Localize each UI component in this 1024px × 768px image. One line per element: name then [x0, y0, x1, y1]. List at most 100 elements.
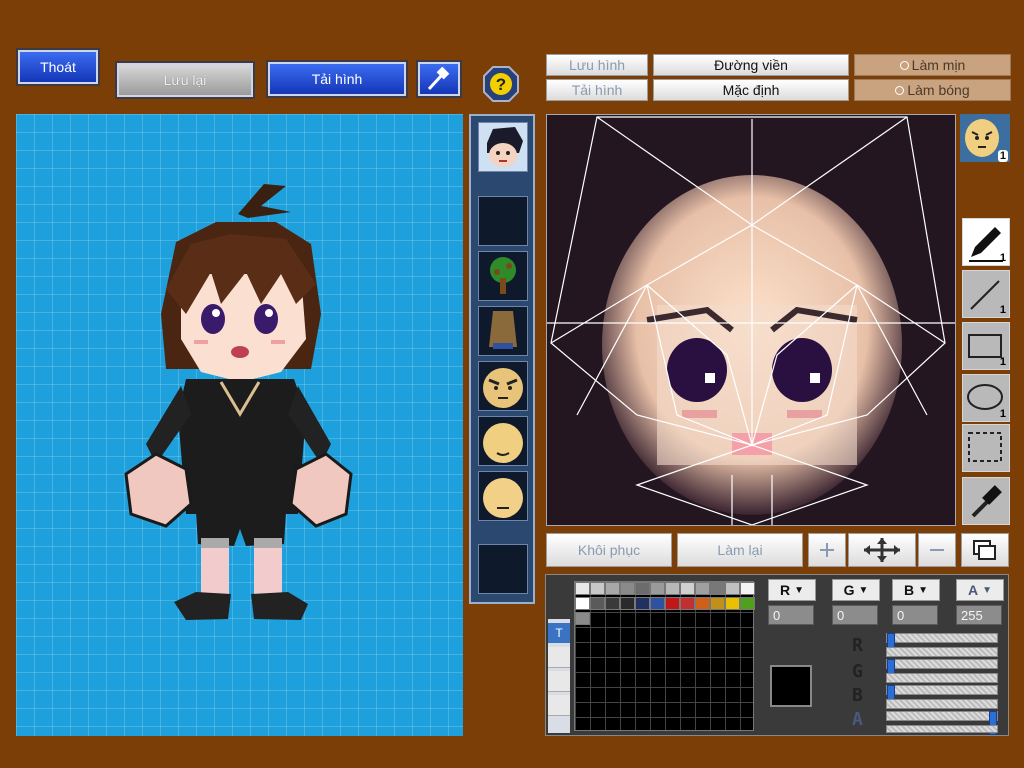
line-tool[interactable]: 1	[962, 270, 1010, 318]
shine-option[interactable]: Làm bóng	[854, 79, 1011, 101]
b-slider[interactable]	[886, 685, 998, 709]
palette-swatch[interactable]	[710, 582, 725, 595]
color-panel: T R ▼ G ▼ B ▼ A ▼ 0 0 0 255 R G B A	[545, 574, 1009, 736]
palette-swatch[interactable]	[605, 582, 620, 595]
load-image-button[interactable]: Tải hình	[546, 79, 648, 101]
ellipse-tool[interactable]: 1	[962, 374, 1010, 422]
hammer-button[interactable]	[416, 60, 462, 98]
palette-swatch[interactable]	[635, 582, 650, 595]
part-slot-eyebrows[interactable]	[478, 361, 528, 411]
radio-icon	[895, 85, 905, 95]
character-preview	[16, 114, 463, 736]
face-preview[interactable]: 1	[960, 114, 1010, 162]
part-slot-body[interactable]	[478, 306, 528, 356]
palette-swatch[interactable]	[695, 597, 710, 610]
save-image-label: Lưu hình	[568, 57, 626, 73]
r-channel-label: R	[779, 582, 791, 598]
palette-swatch[interactable]	[680, 597, 695, 610]
g-value: 0	[837, 607, 845, 623]
part-slot-tree[interactable]	[478, 251, 528, 301]
palette-swatch[interactable]	[620, 582, 635, 595]
palette-swatch[interactable]	[695, 582, 710, 595]
part-slot-face-base[interactable]	[478, 471, 528, 521]
palette-tab-active[interactable]: T	[548, 623, 570, 643]
palette-swatch[interactable]	[665, 597, 680, 610]
palette-swatch[interactable]	[635, 597, 650, 610]
color-palette-grid[interactable]	[574, 581, 755, 731]
palette-swatch[interactable]	[575, 612, 590, 625]
palette-swatch[interactable]	[710, 597, 725, 610]
palette-tabs: T	[548, 619, 570, 733]
r-value-field[interactable]: 0	[768, 605, 814, 625]
redo-label: Làm lại	[717, 542, 763, 558]
restore-button[interactable]: Khôi phục	[546, 533, 672, 567]
face-texture	[547, 115, 955, 525]
save-image-button[interactable]: Lưu hình	[546, 54, 648, 76]
palette-swatch[interactable]	[725, 582, 740, 595]
select-tool[interactable]	[962, 424, 1010, 472]
g-slider-track2[interactable]	[886, 673, 998, 683]
palette-swatch[interactable]	[575, 582, 590, 595]
palette-swatch[interactable]	[590, 597, 605, 610]
r-channel-header[interactable]: R ▼	[768, 579, 816, 601]
palette-swatch[interactable]	[680, 582, 695, 595]
palette-swatch[interactable]	[725, 597, 740, 610]
body-icon	[489, 311, 517, 349]
pixel-editor-canvas[interactable]	[546, 114, 956, 526]
chevron-down-icon: ▼	[858, 584, 869, 596]
pen-count: 1	[999, 252, 1006, 264]
g-value-field[interactable]: 0	[832, 605, 878, 625]
character-figure	[124, 184, 353, 620]
part-slot-face[interactable]	[478, 122, 528, 172]
move-button[interactable]	[848, 533, 916, 567]
palette-tab[interactable]	[548, 647, 570, 668]
pen-tool[interactable]: 1	[962, 218, 1010, 266]
rectangle-tool[interactable]: 1	[962, 322, 1010, 370]
eyebrows-icon	[483, 368, 523, 408]
hammer-icon	[427, 67, 450, 91]
part-slot-empty-1[interactable]	[478, 196, 528, 246]
g-channel-header[interactable]: G ▼	[832, 579, 880, 601]
palette-swatch[interactable]	[605, 597, 620, 610]
b-value: 0	[897, 607, 905, 623]
face-base-icon	[483, 478, 523, 518]
zoom-out-button[interactable]	[918, 533, 956, 567]
r-slider-label: R	[852, 635, 863, 656]
chevron-down-icon: ▼	[918, 584, 929, 596]
part-slot-mouth[interactable]	[478, 416, 528, 466]
palette-swatch[interactable]	[620, 597, 635, 610]
palette-tab[interactable]	[548, 695, 570, 716]
redo-button[interactable]: Làm lại	[677, 533, 803, 567]
layers-button[interactable]	[961, 533, 1009, 567]
default-button[interactable]: Mặc định	[653, 79, 849, 101]
palette-swatch[interactable]	[590, 582, 605, 595]
palette-tab[interactable]	[548, 671, 570, 692]
b-value-field[interactable]: 0	[892, 605, 938, 625]
outline-button[interactable]: Đường viền	[653, 54, 849, 76]
a-slider[interactable]	[886, 711, 998, 735]
restore-label: Khôi phục	[577, 542, 641, 558]
a-slider-track2[interactable]	[886, 725, 998, 733]
palette-swatch[interactable]	[575, 597, 590, 610]
smooth-option[interactable]: Làm mịn	[854, 54, 1011, 76]
g-slider[interactable]	[886, 659, 998, 683]
palette-swatch[interactable]	[650, 597, 665, 610]
palette-swatch[interactable]	[740, 597, 755, 610]
part-slot-empty-2[interactable]	[478, 544, 528, 594]
eyedropper-tool[interactable]	[962, 477, 1010, 525]
a-channel-header[interactable]: A ▼	[956, 579, 1004, 601]
load-button[interactable]: Tải hình	[266, 60, 408, 98]
exit-button[interactable]: Thoát	[16, 48, 100, 86]
b-slider-track2[interactable]	[886, 699, 998, 709]
help-button[interactable]: ?	[483, 66, 519, 102]
palette-swatch[interactable]	[740, 582, 755, 595]
r-slider-track2[interactable]	[886, 647, 998, 657]
save-button[interactable]: Lưu lại	[115, 61, 255, 99]
b-channel-header[interactable]: B ▼	[892, 579, 940, 601]
ellipse-count: 1	[999, 408, 1006, 420]
palette-swatch[interactable]	[650, 582, 665, 595]
r-slider[interactable]	[886, 633, 998, 657]
a-value-field[interactable]: 255	[956, 605, 1002, 625]
zoom-in-button[interactable]	[808, 533, 846, 567]
palette-swatch[interactable]	[665, 582, 680, 595]
